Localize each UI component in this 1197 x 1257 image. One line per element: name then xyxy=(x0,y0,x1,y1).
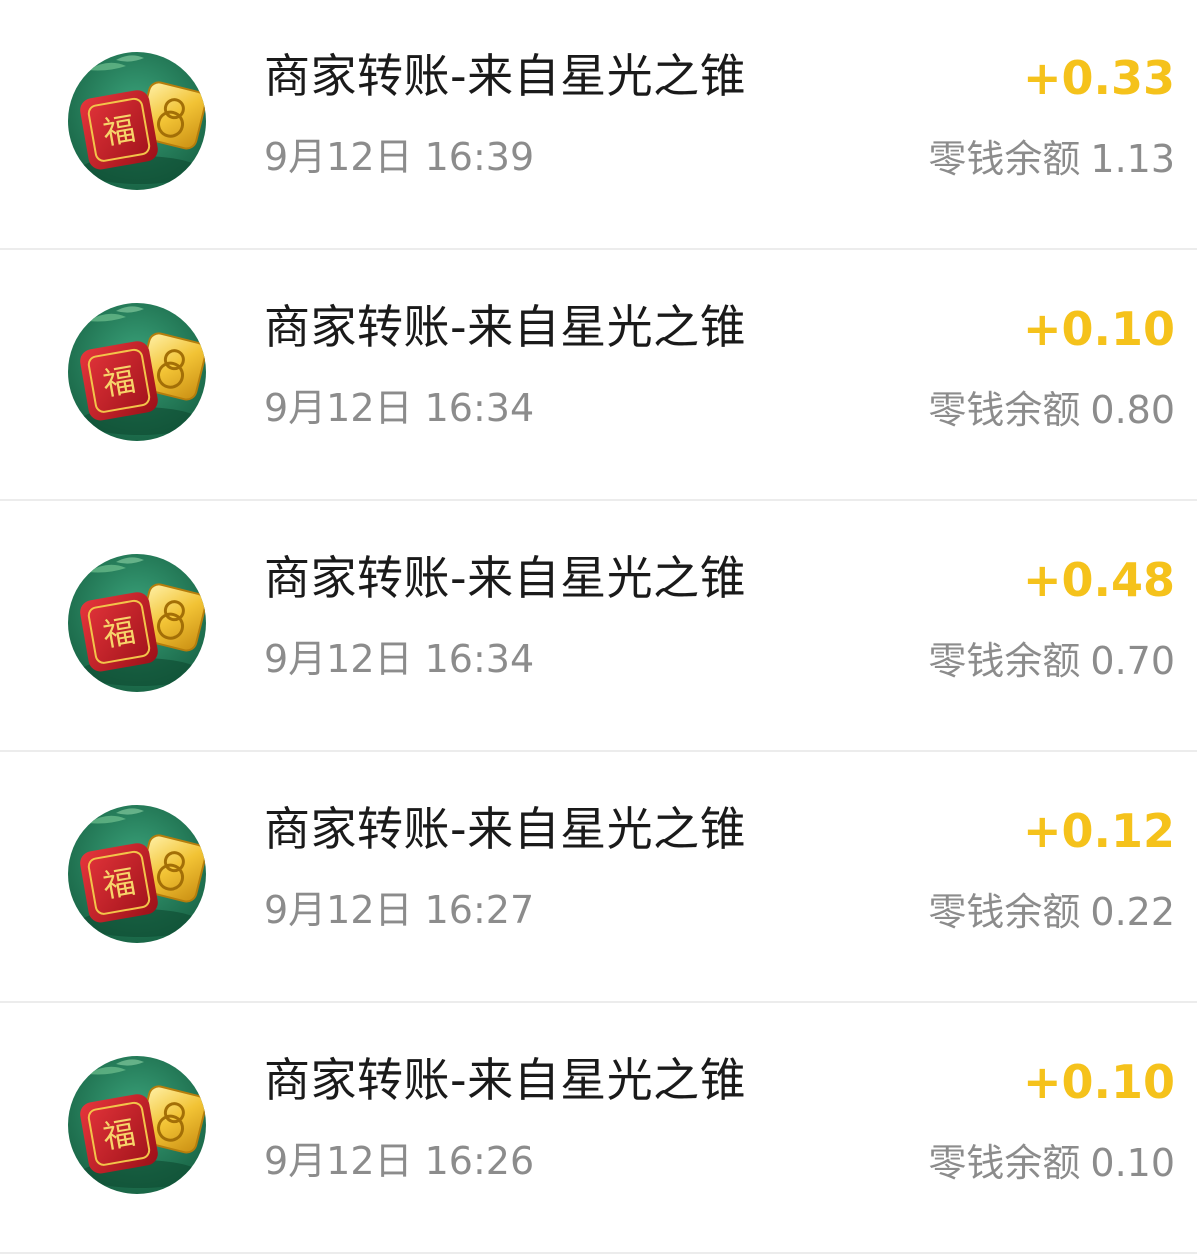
transaction-title: 商家转账-来自星光之锥 xyxy=(264,49,747,103)
balance-text: 零钱余额 0.22 xyxy=(928,887,1175,937)
transaction-row[interactable]: 福 商家转账-来自星光之锥 9月12日 16:34 +0.10 零钱余额 0.80 xyxy=(0,251,1197,501)
transaction-title: 商家转账-来自星光之锥 xyxy=(264,1053,747,1107)
balance-label: 零钱余额 xyxy=(928,137,1081,181)
balance-value: 0.80 xyxy=(1090,388,1175,432)
balance-text: 零钱余额 0.80 xyxy=(928,385,1175,435)
balance-value: 0.70 xyxy=(1090,639,1175,683)
transaction-amount: +0.10 xyxy=(1022,302,1175,356)
transaction-amount: +0.33 xyxy=(1022,51,1175,105)
balance-text: 零钱余额 1.13 xyxy=(928,134,1175,184)
red-glyph: 福 xyxy=(100,862,138,905)
transaction-row[interactable]: 福 商家转账-来自星光之锥 9月12日 16:34 +0.48 零钱余额 0.70 xyxy=(0,502,1197,752)
red-glyph: 福 xyxy=(100,360,138,403)
balance-text: 零钱余额 0.10 xyxy=(928,1138,1175,1188)
transaction-title: 商家转账-来自星光之锥 xyxy=(264,802,747,856)
transaction-amount: +0.48 xyxy=(1022,553,1175,607)
balance-label: 零钱余额 xyxy=(928,639,1081,683)
red-packet-and-gold-bar-icon: 福 xyxy=(68,554,206,692)
transaction-row[interactable]: 福 商家转账-来自星光之锥 9月12日 16:39 +0.33 零钱余额 1.13 xyxy=(0,0,1197,250)
red-packet-and-gold-bar-icon: 福 xyxy=(68,1056,206,1194)
red-packet-and-gold-bar-icon: 福 xyxy=(68,52,206,190)
transaction-row[interactable]: 福 商家转账-来自星光之锥 9月12日 16:26 +0.10 零钱余额 0.10 xyxy=(0,1004,1197,1254)
transaction-time: 9月12日 16:34 xyxy=(264,386,535,430)
balance-label: 零钱余额 xyxy=(928,890,1081,934)
balance-value: 0.10 xyxy=(1090,1141,1175,1185)
transaction-row[interactable]: 福 商家转账-来自星光之锥 9月12日 16:27 +0.12 零钱余额 0.22 xyxy=(0,753,1197,1003)
transaction-list: 福 商家转账-来自星光之锥 9月12日 16:39 +0.33 零钱余额 1.13 xyxy=(0,0,1197,1257)
balance-label: 零钱余额 xyxy=(928,1141,1081,1185)
balance-value: 1.13 xyxy=(1090,137,1175,181)
red-packet-and-gold-bar-icon: 福 xyxy=(68,805,206,943)
transaction-amount: +0.12 xyxy=(1022,804,1175,858)
transaction-title: 商家转账-来自星光之锥 xyxy=(264,551,747,605)
balance-text: 零钱余额 0.70 xyxy=(928,636,1175,686)
transaction-time: 9月12日 16:26 xyxy=(264,1139,535,1183)
transaction-title: 商家转账-来自星光之锥 xyxy=(264,300,747,354)
red-packet-and-gold-bar-icon: 福 xyxy=(68,303,206,441)
transaction-time: 9月12日 16:34 xyxy=(264,637,535,681)
red-glyph: 福 xyxy=(100,109,138,152)
transaction-time: 9月12日 16:27 xyxy=(264,888,535,932)
red-glyph: 福 xyxy=(100,611,138,654)
transaction-amount: +0.10 xyxy=(1022,1055,1175,1109)
transaction-time: 9月12日 16:39 xyxy=(264,135,535,179)
red-glyph: 福 xyxy=(100,1113,138,1156)
balance-label: 零钱余额 xyxy=(928,388,1081,432)
balance-value: 0.22 xyxy=(1090,890,1175,934)
